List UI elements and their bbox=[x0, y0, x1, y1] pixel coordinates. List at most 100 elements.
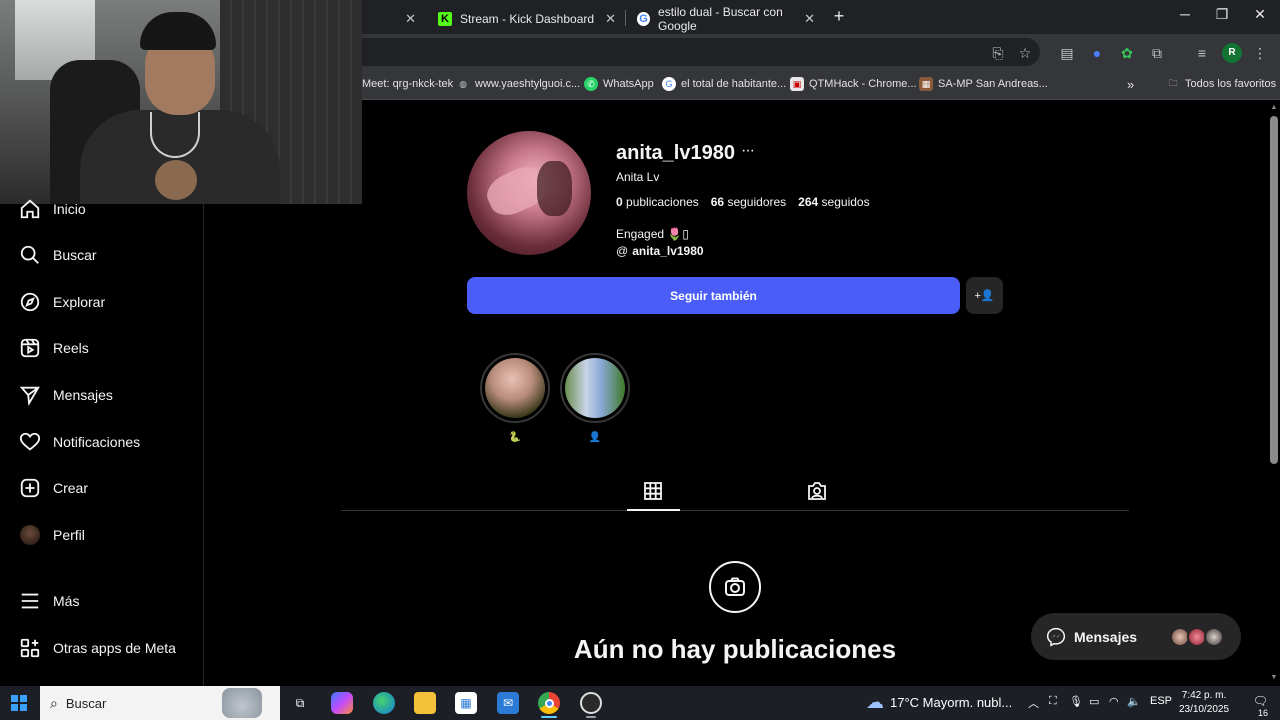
bookmark-item[interactable]: ▦ SA-MP San Andreas... bbox=[919, 76, 1048, 92]
globe-icon: ◍ bbox=[459, 78, 467, 89]
sidebar-item-notificaciones[interactable]: Notificaciones bbox=[0, 422, 203, 462]
battery-icon[interactable]: ▭ bbox=[1089, 695, 1099, 708]
tab-google-search[interactable]: G estilo dual - Buscar con Google ✕ bbox=[627, 4, 823, 34]
running-app-indicator bbox=[586, 716, 596, 718]
image-icon: ▣ bbox=[790, 77, 804, 91]
google-icon: G bbox=[662, 77, 676, 91]
tab-kick-dashboard[interactable]: K Stream - Kick Dashboard ✕ bbox=[428, 4, 624, 34]
taskbar-clock[interactable]: 7:42 p. m. 23/10/2025 bbox=[1175, 689, 1233, 717]
sidebar-item-explorar[interactable]: Explorar bbox=[0, 282, 203, 322]
profile-avatar[interactable]: R bbox=[1222, 43, 1242, 63]
minimize-button[interactable]: ─ bbox=[1175, 6, 1195, 22]
tagged-tab[interactable] bbox=[807, 481, 827, 501]
profile-stats: 0 publicaciones 66 seguidores 264 seguid… bbox=[616, 195, 870, 209]
windows-start-icon[interactable] bbox=[11, 695, 27, 711]
extension-icon[interactable]: ✿ bbox=[1117, 43, 1137, 63]
sidebar-item-otras-apps-meta[interactable]: Otras apps de Meta bbox=[0, 628, 203, 668]
bookmark-item[interactable]: G el total de habitante... bbox=[662, 76, 786, 92]
threads-icon: @ bbox=[616, 244, 629, 258]
avatar-icon bbox=[19, 524, 41, 546]
file-explorer-icon[interactable] bbox=[414, 692, 436, 714]
tab-title: Stream - Kick Dashboard bbox=[460, 12, 595, 26]
extension-icon[interactable]: ● bbox=[1087, 43, 1107, 63]
media-control-icon[interactable]: ≡ bbox=[1192, 43, 1212, 63]
sidebar-item-crear[interactable]: Crear bbox=[0, 468, 203, 508]
messages-pill-label: Mensajes bbox=[1074, 628, 1138, 645]
threads-link[interactable]: @ anita_lv1980 bbox=[616, 244, 704, 258]
store-icon[interactable]: ▦ bbox=[455, 692, 477, 714]
whatsapp-icon: ✆ bbox=[584, 77, 598, 91]
extension-icon[interactable]: ▤ bbox=[1057, 43, 1077, 63]
kebab-menu-icon[interactable]: ⋮ bbox=[1250, 43, 1270, 63]
menu-icon bbox=[19, 590, 41, 612]
webcam-overlay bbox=[0, 0, 362, 204]
maximize-button[interactable]: ❐ bbox=[1212, 6, 1232, 23]
reels-icon bbox=[19, 337, 41, 359]
story-highlight[interactable] bbox=[560, 353, 630, 423]
active-tab-indicator bbox=[627, 509, 680, 511]
highlight-label: 👤 bbox=[588, 432, 602, 443]
mail-icon[interactable]: ✉ bbox=[497, 692, 519, 714]
sidebar-item-inicio[interactable]: Inicio bbox=[0, 189, 203, 229]
messenger-icon bbox=[1046, 627, 1066, 647]
plus-square-icon bbox=[19, 477, 41, 499]
highlight-label: 🐍 bbox=[508, 432, 522, 443]
volume-icon[interactable]: 🔈 bbox=[1127, 695, 1141, 708]
story-highlight[interactable] bbox=[480, 353, 550, 423]
taskbar-search[interactable]: ⌕ Buscar bbox=[40, 686, 280, 720]
sidebar-item-reels[interactable]: Reels bbox=[0, 328, 203, 368]
tabs-divider bbox=[341, 510, 1129, 511]
bookmark-item[interactable]: Meet: qrg-nkck-tek bbox=[362, 76, 453, 92]
tab-title: estilo dual - Buscar con Google bbox=[658, 5, 783, 33]
sidebar-item-perfil[interactable]: Perfil bbox=[0, 515, 203, 555]
address-bar[interactable] bbox=[348, 38, 1040, 66]
bookmark-item[interactable]: ▣ QTMHack - Chrome... bbox=[790, 76, 917, 92]
scrollbar-thumb[interactable] bbox=[1270, 116, 1278, 464]
google-icon: G bbox=[637, 12, 651, 26]
bookmark-star-icon[interactable]: ☆ bbox=[1015, 43, 1035, 63]
install-app-icon[interactable]: ⎘ bbox=[988, 43, 1008, 63]
bookmark-item[interactable]: ✆ WhatsApp bbox=[584, 76, 654, 92]
new-tab-button[interactable]: + bbox=[830, 6, 848, 27]
microphone-icon[interactable]: 🎙 bbox=[1069, 695, 1083, 708]
sidebar-item-mas[interactable]: Más bbox=[0, 581, 203, 621]
active-app-indicator bbox=[541, 716, 557, 718]
obs-icon[interactable] bbox=[580, 692, 602, 714]
copilot-icon[interactable] bbox=[331, 692, 353, 714]
bookmarks-overflow-button[interactable]: » bbox=[1127, 76, 1134, 92]
close-tab-icon[interactable]: ✕ bbox=[804, 11, 815, 27]
following-stat[interactable]: 264 seguidos bbox=[798, 195, 869, 209]
suggested-accounts-button[interactable]: +👤 bbox=[966, 277, 1003, 314]
meta-apps-icon bbox=[19, 637, 41, 659]
scroll-up-arrow-icon[interactable]: ▲ bbox=[1269, 104, 1279, 111]
puzzle-icon[interactable]: ⧉ bbox=[1147, 43, 1167, 63]
wifi-icon[interactable]: ◠ bbox=[1109, 695, 1119, 708]
tab-active[interactable]: ✕ bbox=[362, 4, 424, 34]
task-view-icon[interactable]: ⧉ bbox=[289, 692, 311, 714]
bookmark-item[interactable]: ◍ www.yaeshtylguoi.c... bbox=[456, 76, 580, 92]
close-tab-icon[interactable]: ✕ bbox=[405, 11, 416, 27]
followers-stat[interactable]: 66 seguidores bbox=[711, 195, 786, 209]
sidebar-item-buscar[interactable]: Buscar bbox=[0, 235, 203, 275]
sidebar-item-mensajes[interactable]: Mensajes bbox=[0, 375, 203, 415]
search-icon: ⌕ bbox=[50, 694, 58, 711]
close-window-button[interactable]: ✕ bbox=[1250, 6, 1270, 23]
no-posts-title: Aún no hay publicaciones bbox=[573, 634, 897, 664]
edge-icon[interactable] bbox=[373, 692, 395, 714]
tray-app-icon[interactable]: ⛶ bbox=[1049, 695, 1057, 708]
profile-avatar-image[interactable] bbox=[467, 131, 591, 255]
chrome-icon[interactable] bbox=[538, 692, 560, 714]
notification-center[interactable]: 🗨16 bbox=[1244, 694, 1268, 718]
scroll-down-arrow-icon[interactable]: ▼ bbox=[1269, 674, 1279, 681]
close-tab-icon[interactable]: ✕ bbox=[605, 11, 616, 27]
language-indicator[interactable]: ESP bbox=[1150, 695, 1172, 707]
follow-back-button[interactable]: Seguir también bbox=[467, 277, 960, 314]
screen: ✕ K Stream - Kick Dashboard ✕ G estilo d… bbox=[0, 0, 1280, 720]
cloud-sun-icon: ☁ bbox=[866, 692, 884, 712]
posts-grid-tab[interactable] bbox=[643, 481, 663, 501]
chevron-up-icon[interactable]: ︿ bbox=[1028, 695, 1039, 711]
more-options-icon[interactable]: ··· bbox=[741, 142, 755, 160]
all-favorites-folder[interactable]: 🗀 Todos los favoritos bbox=[1166, 76, 1276, 92]
weather-widget[interactable]: ☁ 17°C Mayorm. nubl... bbox=[866, 692, 1012, 713]
tab-separator bbox=[625, 10, 626, 26]
